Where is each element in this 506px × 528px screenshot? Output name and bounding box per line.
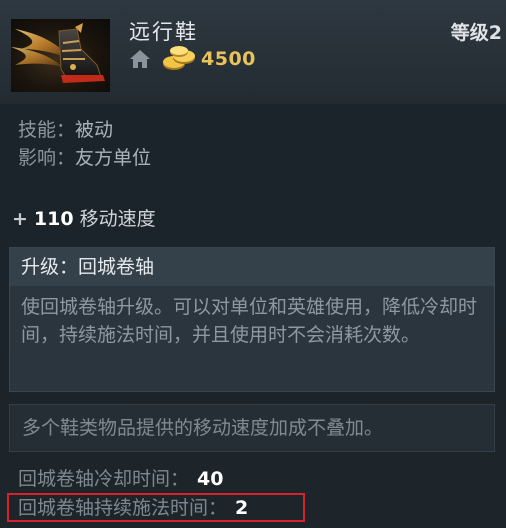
gold-cost: 4500 — [201, 48, 256, 70]
ability-affects-label: 影响： — [18, 147, 76, 169]
stat-plus: + — [12, 208, 28, 230]
stat-value: 110 — [33, 208, 74, 230]
ability-type-label: 技能： — [18, 119, 76, 141]
ability-affects-value: 友方单位 — [75, 147, 152, 169]
highlight-box — [7, 493, 305, 522]
attribute-tp-cooldown: 回城卷轴冷却时间： 40 — [18, 465, 223, 493]
attribute-value: 40 — [197, 468, 224, 490]
home-icon — [130, 50, 150, 68]
boots-of-travel-icon — [11, 19, 110, 92]
upgrade-description: 使回城卷轴升级。可以对单位和英雄使用，降低冷却时间，持续施法时间，并且使用时不会… — [21, 296, 478, 346]
ability-info: 技能：被动 影响：友方单位 — [18, 116, 151, 172]
cost-row: 4500 — [129, 45, 256, 73]
stat-bonus: +110 移动速度 — [12, 204, 156, 234]
stat-name: 移动速度 — [79, 208, 156, 230]
ability-affects-row: 影响：友方单位 — [18, 144, 151, 172]
upgrade-title: 升级：回城卷轴 — [10, 248, 494, 286]
tooltip-header: 远行鞋 4500 等级2 — [0, 0, 506, 104]
item-level: 等级2 — [450, 22, 502, 44]
gold-coins-icon — [163, 46, 195, 70]
upgrade-panel: 升级：回城卷轴 使回城卷轴升级。可以对单位和英雄使用，降低冷却时间，持续施法时间… — [9, 247, 495, 392]
item-name: 远行鞋 — [129, 20, 198, 44]
attribute-label: 回城卷轴冷却时间： — [18, 468, 190, 490]
ability-type-value: 被动 — [75, 119, 114, 141]
ability-type-row: 技能：被动 — [18, 116, 151, 144]
item-tooltip: 远行鞋 4500 等级2 技能：被动 影响：友方单位 +110 移动速度 升级：… — [0, 0, 506, 528]
stacking-note: 多个鞋类物品提供的移动速度加成不叠加。 — [9, 404, 495, 452]
